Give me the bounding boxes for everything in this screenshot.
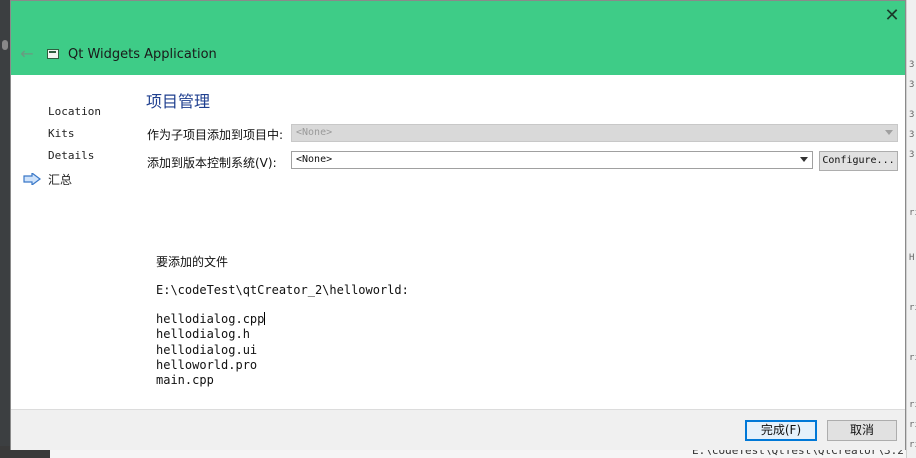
step-kits: Kits: [48, 127, 75, 140]
chevron-down-icon[interactable]: [800, 157, 808, 162]
file-name: hellodialog.cpp: [156, 312, 265, 326]
vcs-label: 添加到版本控制系统(V):: [147, 156, 277, 170]
title-bar: ← Qt Widgets Application ✕: [11, 1, 905, 75]
step-details: Details: [48, 149, 95, 162]
step-location: Location: [48, 105, 101, 118]
background-text: 3: [909, 130, 915, 140]
add-to-project-value: <None>: [296, 127, 333, 138]
background-text: ri: [909, 208, 916, 218]
list-item: hellodialog.ui: [156, 342, 258, 357]
configure-button[interactable]: Configure...: [819, 151, 898, 171]
add-to-project-label: 作为子项目添加到项目中:: [147, 128, 284, 142]
window-icon: [47, 49, 59, 59]
arrow-right-icon: [23, 173, 41, 185]
background-text: H: [909, 253, 915, 263]
close-icon[interactable]: ✕: [881, 5, 903, 27]
background-text: 3: [909, 60, 915, 70]
background-text: ri: [909, 420, 916, 430]
file-list: hellodialog.cpp hellodialog.h hellodialo…: [156, 312, 266, 388]
background-text: 3: [909, 80, 915, 90]
add-to-project-combo: <None>: [291, 124, 898, 142]
list-item: hellodialog.h: [156, 327, 250, 342]
files-heading: 要添加的文件: [156, 255, 229, 269]
dialog-footer: 完成(F) 取消: [11, 409, 905, 450]
vcs-value: <None>: [296, 154, 333, 165]
back-arrow-icon[interactable]: ←: [17, 45, 37, 63]
vcs-combo[interactable]: <None>: [291, 151, 813, 169]
text-caret: [264, 312, 266, 325]
window-title: Qt Widgets Application: [68, 47, 217, 62]
background-text: 3: [909, 150, 915, 160]
background-app-left-strip: [0, 0, 10, 458]
background-text: ri: [909, 353, 916, 363]
background-text: ri: [909, 440, 916, 450]
list-item: helloworld.pro: [156, 357, 258, 372]
wizard-dialog: ← Qt Widgets Application ✕ Location Kits…: [10, 0, 906, 450]
chevron-down-icon: [885, 130, 893, 135]
list-item: main.cpp: [156, 373, 214, 388]
background-text: ri: [909, 400, 916, 410]
background-glyph: [2, 40, 8, 50]
background-text: ri: [909, 303, 916, 313]
background-app-right-strip: 3 3 3 3 3 ri H ri ri ri ri ri: [906, 0, 916, 458]
step-summary: 汇总: [48, 173, 73, 187]
files-path: E:\codeTest\qtCreator_2\helloworld:: [156, 283, 409, 297]
background-text: 3: [909, 110, 915, 120]
page-title: 项目管理: [146, 92, 211, 111]
finish-button[interactable]: 完成(F): [745, 420, 817, 441]
list-item: hellodialog.cpp: [156, 312, 266, 327]
cancel-button[interactable]: 取消: [827, 420, 897, 441]
